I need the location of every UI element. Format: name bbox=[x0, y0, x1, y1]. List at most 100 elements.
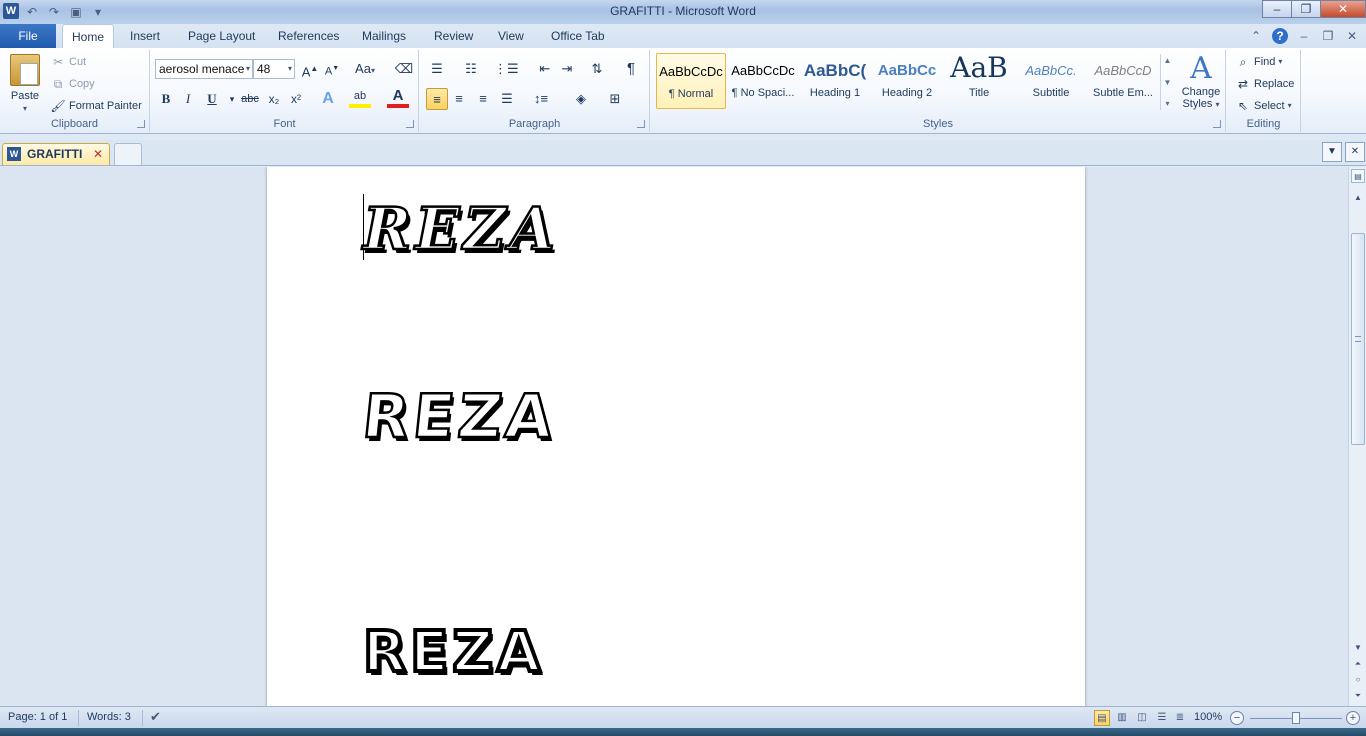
doc-close-icon[interactable]: ✕ bbox=[1344, 28, 1360, 44]
copy-button[interactable]: ⧉ Copy bbox=[50, 74, 95, 94]
tab-close-all-icon[interactable]: ✕ bbox=[1345, 142, 1365, 162]
style-no-spacing[interactable]: AaBbCcDc ¶ No Spaci... bbox=[728, 53, 798, 109]
style-title[interactable]: AaB Title bbox=[944, 53, 1014, 109]
tab-view[interactable]: View bbox=[494, 24, 528, 48]
vertical-scrollbar[interactable]: ▤ ▲ ▼ ⏶ ○ ⏷ bbox=[1348, 167, 1366, 706]
replace-button[interactable]: ⇄ Replace bbox=[1235, 74, 1294, 94]
find-button[interactable]: ⌕ Find ▾ bbox=[1235, 52, 1283, 72]
styles-launcher-icon[interactable] bbox=[1213, 120, 1221, 128]
tab-insert[interactable]: Insert bbox=[126, 24, 164, 48]
minimize-ribbon-icon[interactable]: ⌃ bbox=[1248, 28, 1264, 44]
align-left-button[interactable]: ≡ bbox=[426, 88, 448, 110]
underline-button[interactable]: U bbox=[201, 88, 223, 110]
font-name-dropdown-icon[interactable]: ▾ bbox=[246, 60, 250, 78]
bold-button[interactable]: B bbox=[155, 88, 177, 110]
ruler-toggle-icon[interactable]: ▤ bbox=[1351, 169, 1365, 183]
decrease-indent-button[interactable]: ⇤ bbox=[534, 58, 556, 80]
style-normal[interactable]: AaBbCcDc ¶ Normal bbox=[656, 53, 726, 109]
change-styles-button[interactable]: A Change Styles ▾ bbox=[1178, 52, 1224, 111]
increase-indent-button[interactable]: ⇥ bbox=[556, 58, 578, 80]
style-subtitle[interactable]: AaBbCc. Subtitle bbox=[1016, 53, 1086, 109]
print-layout-view-icon[interactable]: ▤ bbox=[1094, 710, 1110, 726]
help-icon[interactable]: ? bbox=[1272, 28, 1288, 44]
font-name-field[interactable]: aerosol menace ▾ bbox=[155, 59, 253, 79]
cut-button[interactable]: ✂ Cut bbox=[50, 52, 86, 72]
tab-file[interactable]: File bbox=[0, 24, 56, 48]
show-formatting-marks-button[interactable]: ¶ bbox=[620, 58, 642, 80]
font-size-field[interactable]: 48 ▾ bbox=[253, 59, 295, 79]
select-browse-object-icon[interactable]: ○ bbox=[1351, 673, 1365, 687]
paste-icon[interactable] bbox=[10, 54, 40, 86]
tab-mailings[interactable]: Mailings bbox=[358, 24, 410, 48]
graffiti-text-line-1[interactable]: REZA bbox=[362, 196, 559, 263]
superscript-button[interactable]: x² bbox=[285, 88, 307, 110]
text-effects-button[interactable]: A bbox=[317, 88, 339, 110]
gallery-more-icon[interactable]: ▾ bbox=[1165, 99, 1169, 108]
document-page[interactable]: REZA REZA REZA bbox=[267, 167, 1085, 706]
shrink-font-button[interactable]: A▼ bbox=[321, 58, 343, 80]
scroll-down-icon[interactable]: ▼ bbox=[1351, 641, 1365, 655]
tab-office-tab[interactable]: Office Tab bbox=[547, 24, 609, 48]
grow-font-button[interactable]: A▲ bbox=[299, 58, 321, 80]
zoom-out-icon[interactable]: − bbox=[1230, 711, 1244, 725]
align-center-button[interactable]: ≡ bbox=[448, 88, 470, 110]
paragraph-launcher-icon[interactable] bbox=[637, 120, 645, 128]
scroll-thumb[interactable] bbox=[1351, 233, 1365, 445]
clear-formatting-button[interactable]: ⌫ bbox=[393, 58, 415, 80]
tab-home[interactable]: Home bbox=[62, 24, 114, 49]
doc-tab-close-icon[interactable]: ✕ bbox=[93, 144, 103, 164]
close-button[interactable]: ✕ bbox=[1320, 0, 1366, 18]
numbering-button[interactable]: ☷ bbox=[460, 58, 482, 80]
multilevel-list-button[interactable]: ⋮☰ bbox=[494, 58, 519, 80]
justify-button[interactable]: ☰ bbox=[496, 88, 518, 110]
tab-list-dropdown-icon[interactable]: ▼ bbox=[1322, 142, 1342, 162]
tab-page-layout[interactable]: Page Layout bbox=[184, 24, 259, 48]
full-screen-reading-view-icon[interactable]: ▥ bbox=[1114, 710, 1130, 726]
shading-button[interactable]: ◈ bbox=[570, 88, 592, 110]
graffiti-text-line-2[interactable]: REZA bbox=[358, 381, 561, 454]
format-painter-button[interactable]: 🖌 Format Painter bbox=[50, 96, 141, 116]
highlight-button[interactable]: ab bbox=[349, 88, 371, 108]
paste-button[interactable]: Paste ▾ bbox=[6, 90, 44, 114]
gallery-down-icon[interactable]: ▼ bbox=[1164, 78, 1172, 87]
sort-button[interactable]: ⇅ bbox=[586, 58, 608, 80]
scroll-up-icon[interactable]: ▲ bbox=[1351, 191, 1365, 205]
draft-view-icon[interactable]: ≣ bbox=[1172, 710, 1188, 726]
paste-dropdown-icon[interactable]: ▾ bbox=[23, 104, 27, 113]
italic-button[interactable]: I bbox=[177, 88, 199, 110]
gallery-up-icon[interactable]: ▲ bbox=[1164, 56, 1172, 65]
style-subtle-emphasis[interactable]: AaBbCcD Subtle Em... bbox=[1088, 53, 1158, 109]
select-button[interactable]: ⇖ Select ▾ bbox=[1235, 96, 1292, 116]
previous-page-icon[interactable]: ⏶ bbox=[1351, 657, 1365, 671]
font-launcher-icon[interactable] bbox=[406, 120, 414, 128]
tab-references[interactable]: References bbox=[274, 24, 343, 48]
web-layout-view-icon[interactable]: ◫ bbox=[1134, 710, 1150, 726]
font-color-button[interactable]: A bbox=[387, 88, 409, 108]
style-heading-2[interactable]: AaBbCc Heading 2 bbox=[872, 53, 942, 109]
proofing-icon[interactable]: ✔ bbox=[150, 709, 161, 725]
new-tab-button[interactable] bbox=[114, 143, 142, 165]
doc-minimize-icon[interactable]: – bbox=[1296, 28, 1312, 44]
doc-restore-icon[interactable]: ❐ bbox=[1320, 28, 1336, 44]
outline-view-icon[interactable]: ☰ bbox=[1154, 710, 1170, 726]
clipboard-launcher-icon[interactable] bbox=[137, 120, 145, 128]
borders-button[interactable]: ⊞ bbox=[604, 88, 626, 110]
doc-tab-grafitti[interactable]: W GRAFITTI ✕ bbox=[2, 143, 110, 165]
graffiti-text-line-3[interactable]: REZA bbox=[361, 619, 544, 687]
zoom-slider-thumb[interactable] bbox=[1292, 712, 1300, 724]
font-size-dropdown-icon[interactable]: ▾ bbox=[288, 60, 292, 78]
align-right-button[interactable]: ≡ bbox=[472, 88, 494, 110]
word-count[interactable]: Words: 3 bbox=[87, 711, 131, 723]
minimize-button[interactable]: – bbox=[1262, 0, 1292, 18]
zoom-in-icon[interactable]: + bbox=[1346, 711, 1360, 725]
page-count[interactable]: Page: 1 of 1 bbox=[8, 711, 67, 723]
style-heading-1[interactable]: AaBbC( Heading 1 bbox=[800, 53, 870, 109]
change-case-button[interactable]: Aa▾ bbox=[351, 58, 379, 80]
zoom-level[interactable]: 100% bbox=[1194, 711, 1222, 723]
bullets-button[interactable]: ☰ bbox=[426, 58, 448, 80]
strikethrough-button[interactable]: abc bbox=[237, 88, 263, 110]
tab-review[interactable]: Review bbox=[430, 24, 477, 48]
next-page-icon[interactable]: ⏷ bbox=[1351, 689, 1365, 703]
maximize-button[interactable]: ❐ bbox=[1291, 0, 1321, 18]
line-spacing-button[interactable]: ↕≡ bbox=[530, 88, 552, 110]
